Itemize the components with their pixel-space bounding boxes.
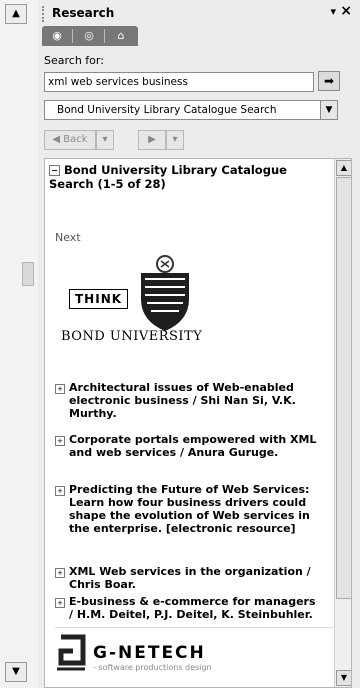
result-title[interactable]: Architectural issues of Web-enabled elec… <box>69 381 323 420</box>
scroll-thumb[interactable] <box>336 177 351 599</box>
chevron-down-icon[interactable]: ▼ <box>320 101 337 119</box>
research-pane: Research ▾ × ◉ ◎ ⌂ Search for: xml web s… <box>38 0 360 688</box>
expand-icon[interactable]: + <box>55 436 65 446</box>
university-name: BOND UNIVERSITY <box>61 329 203 344</box>
arrow-right-icon[interactable]: ➡ <box>318 71 340 91</box>
result-title[interactable]: Predicting the Future of Web Services: L… <box>69 483 323 535</box>
back-dropdown[interactable]: ▾ <box>96 130 114 150</box>
expand-icon[interactable]: + <box>55 486 65 496</box>
forward-arrow-icon: ▶ <box>148 134 156 145</box>
close-icon[interactable]: × <box>340 3 352 19</box>
divider <box>55 627 341 628</box>
history-controls: ◀ Back ▾ ▶ ▾ <box>44 130 208 150</box>
results-list: − Bond University Library Catalogue Searc… <box>44 158 352 688</box>
gnetech-mark-icon <box>57 634 86 671</box>
crest-icon <box>141 255 189 331</box>
results-header-text: Bond University Library Catalogue Search… <box>49 163 287 191</box>
collapse-icon[interactable]: − <box>49 165 60 176</box>
drag-grip[interactable] <box>42 6 47 22</box>
pane-options-dropdown[interactable]: ▾ <box>330 5 336 18</box>
home-icon[interactable]: ◉ <box>44 28 70 44</box>
results-header[interactable]: − Bond University Library Catalogue Searc… <box>49 163 329 191</box>
pane-titlebar: Research ▾ × <box>38 0 360 26</box>
back-button[interactable]: ◀ Back <box>44 130 96 150</box>
gnetech-brand: G-NETECH <box>93 643 206 663</box>
result-title[interactable]: Corporate portals empowered with XML and… <box>69 433 323 459</box>
scroll-down-button[interactable]: ▼ <box>5 662 27 682</box>
search-label: Search for: <box>44 54 104 67</box>
next-link[interactable]: Next <box>55 231 81 244</box>
forward-button[interactable]: ▶ <box>138 130 166 150</box>
scroll-up-button[interactable]: ▲ <box>5 4 27 24</box>
forward-dropdown[interactable]: ▾ <box>166 130 184 150</box>
splitter-handle[interactable] <box>22 262 34 286</box>
expand-icon[interactable]: + <box>55 384 65 394</box>
result-title[interactable]: E-business & e-commerce for managers / H… <box>69 595 323 621</box>
nav-tab-strip: ◉ ◎ ⌂ <box>42 26 138 46</box>
gnetech-tagline: - software productions design <box>93 663 212 672</box>
source-select-value: Bond University Library Catalogue Search <box>57 104 277 116</box>
document-scroll-strip: ▲ ▼ <box>0 0 39 688</box>
scroll-up-icon[interactable]: ▲ <box>336 160 351 176</box>
source-select[interactable]: Bond University Library Catalogue Search… <box>44 100 338 120</box>
back-arrow-icon: ◀ <box>52 134 61 145</box>
back-label: Back <box>63 134 88 145</box>
search-input[interactable]: xml web services business <box>44 72 314 92</box>
tab-separator <box>104 29 105 43</box>
expand-icon[interactable]: + <box>55 598 65 608</box>
bond-university-logo: THINK BOND UNIVERSITY <box>55 255 285 355</box>
globe-icon[interactable]: ◎ <box>76 28 102 44</box>
tab-separator <box>72 29 73 43</box>
result-title[interactable]: XML Web services in the organization / C… <box>69 565 323 591</box>
expand-icon[interactable]: + <box>55 568 65 578</box>
house-icon[interactable]: ⌂ <box>108 28 134 44</box>
think-badge: THINK <box>69 289 129 309</box>
pane-title: Research <box>52 6 115 20</box>
gnetech-logo: G-NETECH - software productions design <box>55 627 341 683</box>
results-scrollbar[interactable]: ▲ ▼ <box>334 159 351 687</box>
scroll-down-icon[interactable]: ▼ <box>336 670 351 686</box>
